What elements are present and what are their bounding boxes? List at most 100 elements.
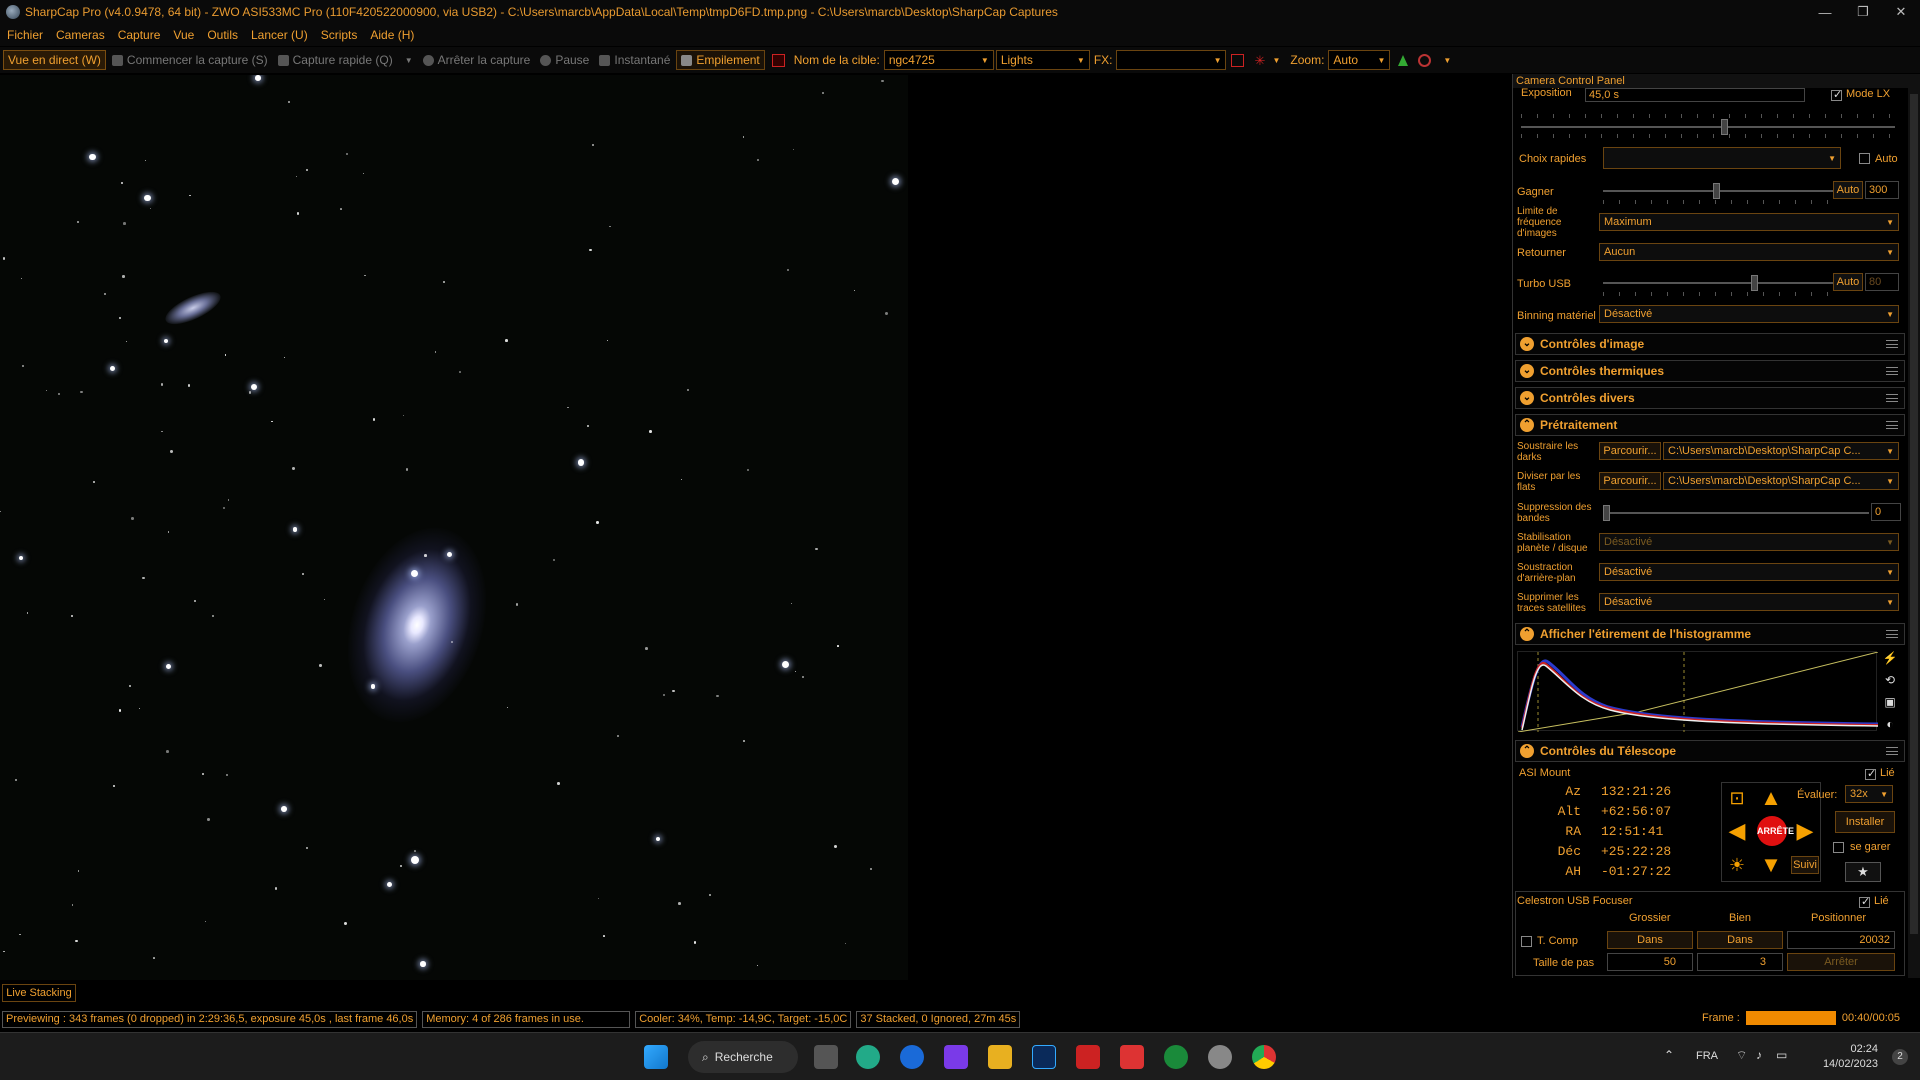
stop-capture-button[interactable]: Arrêter la capture	[419, 50, 535, 70]
section-image-controls[interactable]: ⌄ Contrôles d'image	[1515, 333, 1905, 355]
lx-mode-checkbox[interactable]	[1831, 88, 1842, 101]
usb-turbo-slider-knob[interactable]	[1751, 275, 1758, 291]
darks-path-select[interactable]: C:\Users\marcb\Desktop\SharpCap C... ▼	[1663, 442, 1899, 460]
minimize-button[interactable]: —	[1806, 5, 1844, 20]
histogram-chart[interactable]	[1517, 651, 1879, 733]
east-arrow-button[interactable]: ▶	[1791, 817, 1819, 845]
system-clock[interactable]: 02:24 14/02/2023	[1823, 1042, 1878, 1072]
crosshair-icon[interactable]: ✳	[1254, 54, 1267, 67]
flip-select[interactable]: Aucun ▼	[1599, 243, 1899, 261]
menu-tools[interactable]: Outils	[207, 28, 238, 42]
mount-stop-button[interactable]: ARRÊTE	[1757, 816, 1794, 846]
background-select[interactable]: Désactivé ▼	[1599, 563, 1899, 581]
hamburger-icon[interactable]	[1886, 340, 1898, 348]
tcomp-checkbox[interactable]	[1521, 936, 1532, 947]
task-view-icon[interactable]	[814, 1045, 838, 1069]
live-stacking-tab[interactable]: Live Stacking	[2, 984, 76, 1002]
exposure-slider[interactable]	[1521, 119, 1895, 135]
fine-in-button[interactable]: Dans	[1697, 931, 1783, 949]
fine-step-input[interactable]: 3	[1697, 953, 1783, 971]
snapshot-button[interactable]: Instantané	[595, 50, 674, 70]
flats-path-select[interactable]: C:\Users\marcb\Desktop\SharpCap C... ▼	[1663, 472, 1899, 490]
chevron-up-icon[interactable]: ⌃	[1664, 1048, 1674, 1062]
usb-turbo-slider[interactable]	[1603, 275, 1833, 291]
star-picker-button[interactable]: ★	[1845, 862, 1881, 882]
lightning-icon[interactable]: ⚡	[1883, 651, 1898, 665]
track-button[interactable]: Suivi	[1791, 856, 1819, 874]
section-thermal-controls[interactable]: ⌄ Contrôles thermiques	[1515, 360, 1905, 382]
chevron-down-icon[interactable]: ▼	[1443, 56, 1451, 65]
anydesk-icon[interactable]	[1120, 1045, 1144, 1069]
quick-capture-button[interactable]: Capture rapide (Q) ▼	[274, 50, 417, 70]
notification-badge[interactable]: 2	[1892, 1049, 1908, 1065]
chevron-down-icon[interactable]: ▼	[405, 56, 413, 65]
quick-choice-auto-checkbox[interactable]	[1859, 153, 1870, 164]
menu-capture[interactable]: Capture	[118, 28, 161, 42]
app-icon[interactable]	[1076, 1045, 1100, 1069]
windows-start-icon[interactable]	[644, 1045, 668, 1069]
image-viewport[interactable]	[0, 75, 908, 980]
gain-input[interactable]: 300	[1865, 181, 1899, 199]
menu-help[interactable]: Aide (H)	[370, 28, 414, 42]
battery-icon[interactable]: ▭	[1776, 1048, 1787, 1062]
satellite-select[interactable]: Désactivé ▼	[1599, 593, 1899, 611]
scrollbar-thumb[interactable]	[1910, 94, 1918, 934]
contrast-icon[interactable]: ◐	[1886, 717, 1893, 731]
section-histogram[interactable]: ⌃ Afficher l'étirement de l'histogramme	[1515, 623, 1905, 645]
west-arrow-button[interactable]: ◀	[1723, 817, 1751, 845]
park-checkbox[interactable]	[1833, 842, 1844, 853]
section-telescope[interactable]: ⌃ Contrôles du Télescope	[1515, 740, 1905, 762]
south-arrow-button[interactable]: ▼	[1757, 851, 1785, 879]
chrome-icon[interactable]	[1252, 1045, 1276, 1069]
hamburger-icon[interactable]	[1886, 421, 1898, 429]
panel-scrollbar[interactable]	[1908, 74, 1920, 978]
target-name-select[interactable]: ngc4725 ▼	[883, 50, 994, 70]
pause-button[interactable]: Pause	[536, 50, 593, 70]
frame-type-select[interactable]: Lights ▼	[995, 50, 1090, 70]
menu-view[interactable]: Vue	[173, 28, 194, 42]
stabilization-select[interactable]: Désactivé ▼	[1599, 533, 1899, 551]
live-view-button[interactable]: Vue en direct (W)	[3, 50, 106, 70]
stacking-button[interactable]: Empilement	[676, 50, 765, 70]
section-preprocessing[interactable]: ⌃ Prétraitement	[1515, 414, 1905, 436]
banding-input[interactable]: 0	[1871, 503, 1901, 521]
north-arrow-button[interactable]: ▲	[1757, 784, 1785, 812]
edge-icon[interactable]	[856, 1045, 880, 1069]
banding-slider-knob[interactable]	[1603, 505, 1610, 521]
volume-icon[interactable]: ♪	[1756, 1048, 1762, 1062]
exposure-input[interactable]: 45,0 s	[1585, 88, 1805, 102]
focuser-linked-checkbox[interactable]	[1859, 895, 1870, 908]
save-icon[interactable]: ▣	[1884, 695, 1895, 709]
taskbar-search[interactable]: ⌕ Recherche	[688, 1041, 798, 1073]
section-misc-controls[interactable]: ⌄ Contrôles divers	[1515, 387, 1905, 409]
menu-scripts[interactable]: Scripts	[321, 28, 358, 42]
hamburger-icon[interactable]	[1886, 630, 1898, 638]
hamburger-icon[interactable]	[1886, 367, 1898, 375]
photoshop-icon[interactable]	[1032, 1045, 1056, 1069]
close-button[interactable]: ✕	[1882, 4, 1920, 20]
gain-auto-button[interactable]: Auto	[1833, 181, 1863, 199]
phd2-icon[interactable]	[1164, 1045, 1188, 1069]
chevron-down-icon[interactable]: ▼	[1272, 56, 1280, 65]
goto-icon[interactable]: ⊡	[1723, 784, 1751, 812]
banding-slider[interactable]	[1603, 505, 1869, 521]
install-button[interactable]: Installer	[1835, 811, 1895, 833]
zoom-select[interactable]: Auto ▼	[1328, 50, 1391, 70]
binning-select[interactable]: Désactivé ▼	[1599, 305, 1899, 323]
darks-browse-button[interactable]: Parcourir...	[1599, 442, 1661, 460]
app-icon[interactable]	[944, 1045, 968, 1069]
wifi-icon[interactable]: ⌔	[1736, 1048, 1747, 1063]
file-explorer-icon[interactable]	[988, 1045, 1012, 1069]
sun-icon[interactable]: ☀	[1723, 851, 1751, 879]
menu-cameras[interactable]: Cameras	[56, 28, 105, 42]
focuser-stop-button[interactable]: Arrêter	[1787, 953, 1895, 971]
quick-choice-select[interactable]: ▼	[1603, 147, 1841, 169]
gain-slider[interactable]	[1603, 183, 1833, 199]
position-input[interactable]: 20032	[1787, 931, 1895, 949]
fx-select[interactable]: ▼	[1116, 50, 1227, 70]
settings-icon[interactable]	[1418, 53, 1432, 67]
flats-browse-button[interactable]: Parcourir...	[1599, 472, 1661, 490]
histogram-icon[interactable]	[1398, 54, 1409, 66]
hamburger-icon[interactable]	[1886, 394, 1898, 402]
maximize-button[interactable]: ❐	[1844, 4, 1882, 20]
